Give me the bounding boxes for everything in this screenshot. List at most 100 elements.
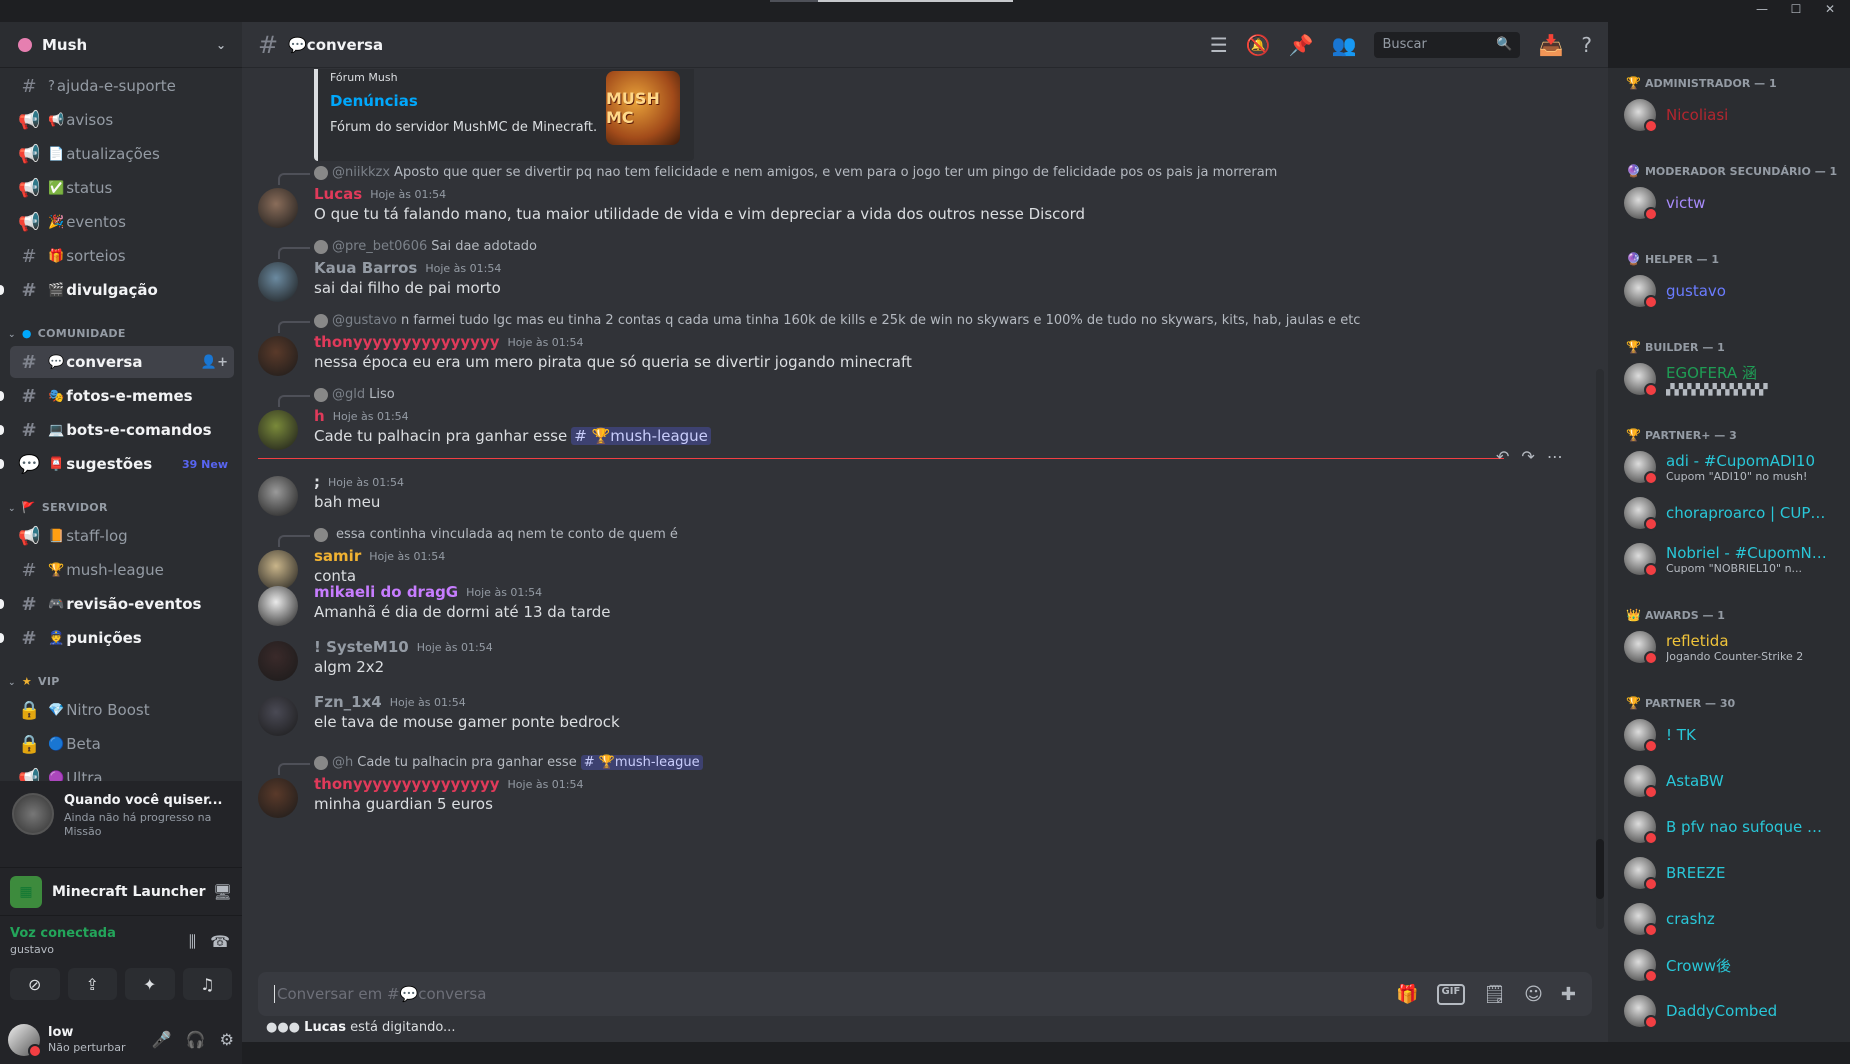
message-composer[interactable]: Conversar em #💬conversa 🎁 GIF 🗒 ☺ ✚: [258, 972, 1592, 1016]
author-name[interactable]: samir: [314, 547, 361, 565]
inbox-icon[interactable]: 📥: [1538, 33, 1563, 57]
forward-icon[interactable]: ↷: [1521, 447, 1534, 466]
author-name[interactable]: ! SysteM10: [314, 638, 409, 656]
channel-bots-e-comandos[interactable]: # 💻 bots-e-comandos: [0, 414, 234, 446]
channel-status[interactable]: 📢 ✅ status: [10, 172, 234, 204]
member-item[interactable]: Nobriel - #CupomNO... Cupom "NOBRIEL10" n…: [1608, 536, 1850, 582]
author-name[interactable]: Kaua Barros: [314, 259, 417, 277]
member-list-icon[interactable]: 👥: [1332, 33, 1357, 57]
channel-atualiza-es[interactable]: 📢 📄 atualizações: [10, 138, 234, 170]
scrollbar[interactable]: [1596, 369, 1604, 929]
avatar[interactable]: [258, 410, 298, 450]
member-item[interactable]: DaddyCombed: [1608, 988, 1850, 1034]
soundboard-button[interactable]: ♫: [182, 968, 232, 1000]
quest-panel[interactable]: Quando você quiser... Ainda não há progr…: [0, 781, 242, 867]
server-header[interactable]: Mush ⌄: [0, 22, 242, 68]
sticker-icon[interactable]: 🗒: [1483, 984, 1506, 1005]
channel-conversa[interactable]: # 💬 conversa 👤+: [10, 346, 234, 378]
more-icon[interactable]: ⋯: [1547, 447, 1563, 466]
reply-preview[interactable]: @niikkzx Aposto que quer se divertir pq n…: [277, 165, 1277, 185]
member-item[interactable]: adi - #CupomADI10 Cupom "ADI10" no mush!: [1608, 444, 1850, 490]
reply-icon[interactable]: ↶: [1496, 447, 1509, 466]
channel-ajuda-e-suporte[interactable]: #? ajuda-e-suporte: [10, 70, 234, 102]
member-item[interactable]: BREEZE: [1608, 850, 1850, 896]
member-item[interactable]: Croww後: [1608, 942, 1850, 988]
gear-icon[interactable]: ⚙: [220, 1030, 234, 1049]
embed-thumbnail[interactable]: MUSH MC: [606, 71, 680, 145]
camera-off-button[interactable]: ⊘: [10, 968, 60, 1000]
notification-bell-icon[interactable]: 🔕: [1246, 33, 1271, 57]
channel-puni-es[interactable]: # 👮 punições: [0, 622, 234, 654]
member-item[interactable]: Nicoliasi: [1608, 92, 1850, 138]
search-input[interactable]: Buscar 🔍: [1374, 31, 1521, 58]
pin-icon[interactable]: 📌: [1289, 33, 1314, 57]
author-name[interactable]: thonyyyyyyyyyyyyyyy: [314, 775, 500, 793]
category-servidor[interactable]: ⌄ 🚩 SERVIDOR: [0, 490, 242, 520]
author-name[interactable]: h: [314, 407, 325, 425]
emoji-icon[interactable]: ☺: [1524, 984, 1543, 1005]
close-window-button[interactable]: ✕: [1822, 2, 1838, 16]
channel-mention[interactable]: # 🏆mush-league: [571, 427, 711, 445]
activities-button[interactable]: ✦: [125, 968, 175, 1000]
channel-revis-o-eventos[interactable]: # 🎮 revisão-eventos: [0, 588, 234, 620]
reply-preview[interactable]: essa continha vinculada aq nem te conto …: [278, 527, 678, 547]
avatar[interactable]: [258, 696, 298, 736]
category-comunidade[interactable]: ⌄ ● COMUNIDADE: [0, 316, 242, 346]
headphones-icon[interactable]: 🎧: [186, 1030, 206, 1049]
channel-avisos[interactable]: 📢 📢 avisos: [10, 104, 234, 136]
activity-panel[interactable]: ▦ Minecraft Launcher 🖥: [0, 867, 242, 915]
channel-fotos-e-memes[interactable]: # 🎭 fotos-e-memes: [0, 380, 234, 412]
microphone-icon[interactable]: 🎤: [152, 1030, 172, 1049]
author-name[interactable]: thonyyyyyyyyyyyyyyy: [314, 333, 500, 351]
author-name[interactable]: Lucas: [314, 185, 362, 203]
member-item[interactable]: crashz: [1608, 896, 1850, 942]
avatar[interactable]: [258, 476, 298, 516]
help-icon[interactable]: ?: [1581, 33, 1592, 57]
disconnect-icon[interactable]: ☎: [210, 932, 230, 952]
minimize-button[interactable]: —: [1754, 2, 1770, 16]
channel-sugest-es[interactable]: 💬 📮 sugestões 39 New: [0, 448, 234, 480]
gif-icon[interactable]: GIF: [1436, 983, 1466, 1005]
member-item[interactable]: choraproarco | CUPO...: [1608, 490, 1850, 536]
category-vip[interactable]: ⌄ ★ VIP: [0, 664, 242, 694]
member-item[interactable]: B pfv nao sufoque o st...: [1608, 804, 1850, 850]
noise-suppression-icon[interactable]: ⫼: [189, 932, 196, 952]
reply-preview[interactable]: @gustavo n farmei tudo lgc mas eu tinha 2…: [277, 313, 1360, 333]
apps-icon[interactable]: ✚: [1561, 984, 1576, 1005]
channel-sorteios[interactable]: # 🎁 sorteios: [10, 240, 234, 272]
avatar[interactable]: [258, 262, 298, 302]
gift-icon[interactable]: 🎁: [1396, 984, 1418, 1005]
member-item[interactable]: AstaBW: [1608, 758, 1850, 804]
reply-preview[interactable]: @h Cade tu palhacin pra ganhar esse # 🏆mus…: [278, 755, 703, 775]
chevron-down-icon[interactable]: ⌄: [216, 38, 226, 52]
member-item[interactable]: EGOFERA 涵 ▞▞▞▞▞▞▞▞▞▞▞▞: [1608, 356, 1850, 402]
avatar[interactable]: [258, 550, 298, 590]
stream-icon[interactable]: 🖥: [213, 883, 232, 901]
maximize-button[interactable]: ☐: [1788, 2, 1804, 16]
screen-share-button[interactable]: ⇪: [67, 968, 117, 1000]
channel-beta[interactable]: 🔒 🔵 Beta: [10, 728, 234, 760]
member-item[interactable]: victw: [1608, 180, 1850, 226]
member-item[interactable]: refletida Jogando Counter-Strike 2: [1608, 624, 1850, 670]
author-name[interactable]: ;: [314, 473, 320, 491]
member-item[interactable]: ! TK: [1608, 712, 1850, 758]
threads-icon[interactable]: ☰: [1210, 33, 1228, 57]
channel-mention[interactable]: # 🏆mush-league: [580, 755, 703, 770]
channel-staff-log[interactable]: 📢 📙 staff-log: [10, 520, 234, 552]
channel-divulga-o[interactable]: # 🎬 divulgação: [0, 274, 234, 306]
reply-preview[interactable]: @pre_bet0606 Sai dae adotado: [277, 239, 537, 259]
author-name[interactable]: Fzn_1x4: [314, 693, 382, 711]
avatar[interactable]: [258, 586, 298, 626]
avatar[interactable]: [8, 1023, 42, 1058]
avatar[interactable]: [258, 336, 298, 376]
avatar[interactable]: [258, 188, 298, 228]
channel-eventos[interactable]: 📢 🎉 eventos: [10, 206, 234, 238]
avatar[interactable]: [258, 641, 298, 681]
channel-nitro-boost[interactable]: 🔒 💎 Nitro Boost: [10, 694, 234, 726]
avatar[interactable]: [258, 778, 298, 818]
member-item[interactable]: gustavo: [1608, 268, 1850, 314]
invite-icon[interactable]: 👤+: [201, 355, 228, 370]
reply-preview[interactable]: @gld Liso: [278, 387, 395, 407]
author-name[interactable]: mikaeli do dragG: [314, 583, 458, 601]
channel-mush-league[interactable]: # 🏆 mush-league: [10, 554, 234, 586]
